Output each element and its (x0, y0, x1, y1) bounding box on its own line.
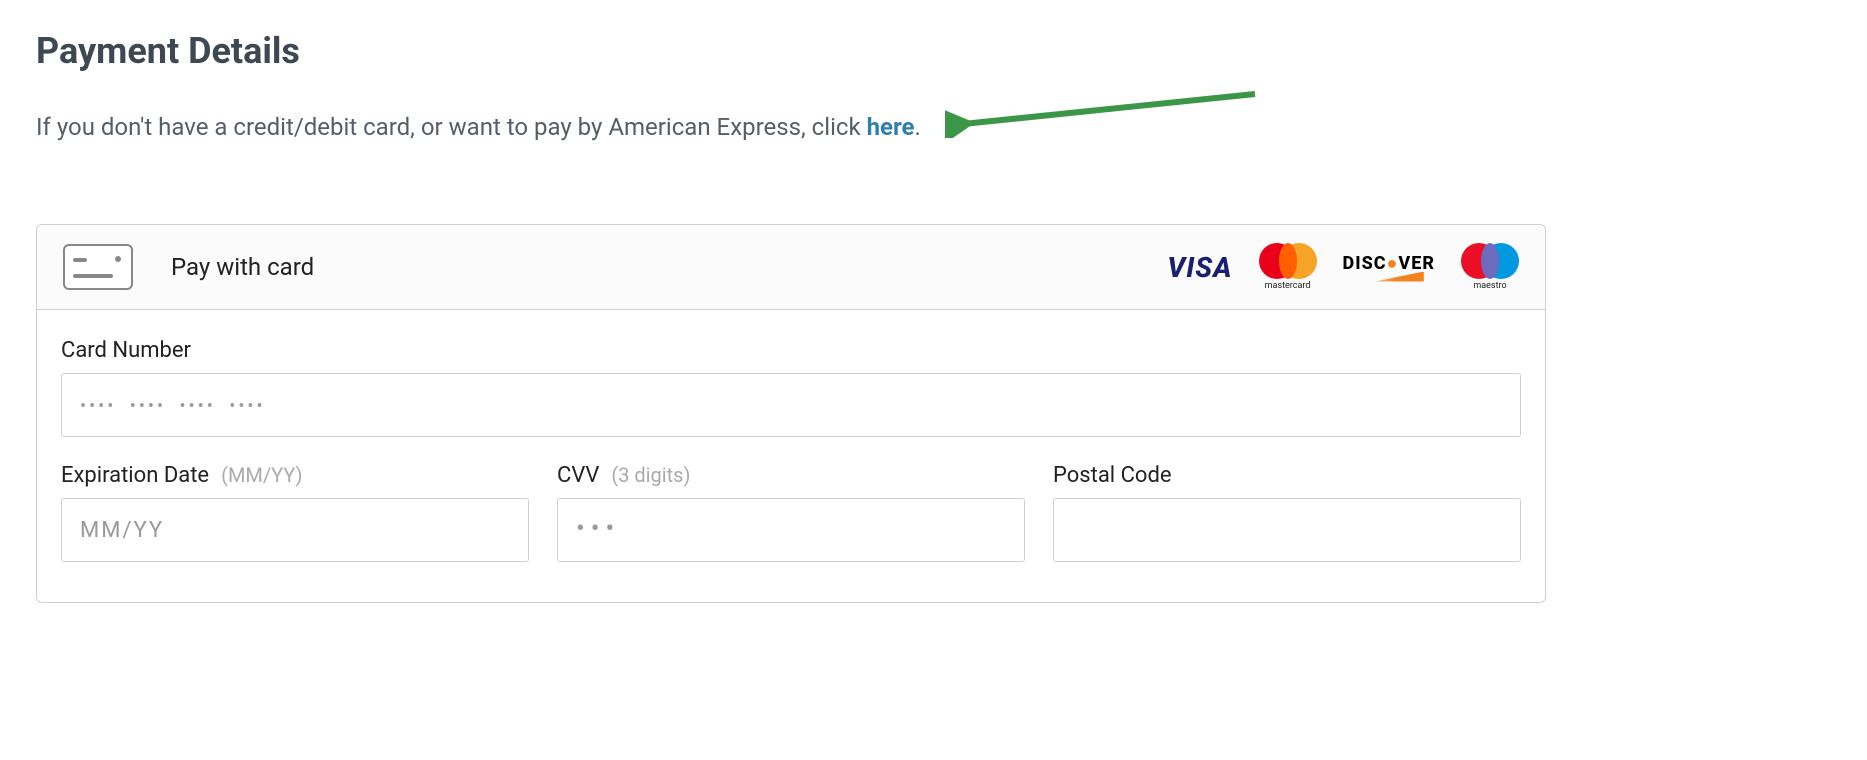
postal-code-label: Postal Code (1053, 463, 1521, 488)
arrow-icon (945, 88, 1265, 142)
mastercard-label: mastercard (1265, 281, 1311, 291)
cvv-label-text: CVV (557, 463, 599, 488)
mastercard-logo-icon: mastercard (1259, 243, 1317, 291)
subtitle-prefix: If you don't have a credit/debit card, o… (36, 113, 867, 141)
maestro-label: maestro (1473, 281, 1506, 291)
payment-card-panel: Pay with card VISA mastercard DISC●VER m… (36, 224, 1546, 603)
postal-code-input[interactable] (1053, 498, 1521, 562)
expiration-input[interactable] (61, 498, 529, 562)
expiration-label: Expiration Date (MM/YY) (61, 463, 529, 488)
postal-code-field: Postal Code (1053, 463, 1521, 562)
cvv-label: CVV (3 digits) (557, 463, 1025, 488)
card-brand-logos: VISA mastercard DISC●VER maestro (1167, 243, 1519, 291)
expiration-field: Expiration Date (MM/YY) (61, 463, 529, 562)
cvv-hint: (3 digits) (611, 463, 690, 487)
subtitle-row: If you don't have a credit/debit card, o… (36, 100, 1831, 154)
card-number-input[interactable] (61, 373, 1521, 437)
card-number-field: Card Number (61, 338, 1521, 437)
payment-card-body: Card Number Expiration Date (MM/YY) CVV … (37, 310, 1545, 602)
visa-logo-icon: VISA (1167, 251, 1232, 284)
secondary-fields-row: Expiration Date (MM/YY) CVV (3 digits) P… (61, 463, 1521, 562)
credit-card-icon (63, 244, 133, 290)
cvv-input[interactable] (557, 498, 1025, 562)
cvv-field: CVV (3 digits) (557, 463, 1025, 562)
alternate-payment-link[interactable]: here (867, 113, 915, 141)
header-left: Pay with card (63, 244, 314, 290)
subtitle-suffix: . (915, 113, 921, 141)
expiration-hint: (MM/YY) (221, 463, 302, 487)
pay-with-label: Pay with card (171, 253, 314, 281)
payment-card-header: Pay with card VISA mastercard DISC●VER m… (37, 225, 1545, 310)
discover-logo-icon: DISC●VER (1343, 253, 1435, 282)
page-title: Payment Details (36, 30, 1831, 72)
maestro-logo-icon: maestro (1461, 243, 1519, 291)
expiration-label-text: Expiration Date (61, 463, 209, 488)
card-number-label: Card Number (61, 338, 1521, 363)
subtitle-text: If you don't have a credit/debit card, o… (36, 113, 921, 141)
